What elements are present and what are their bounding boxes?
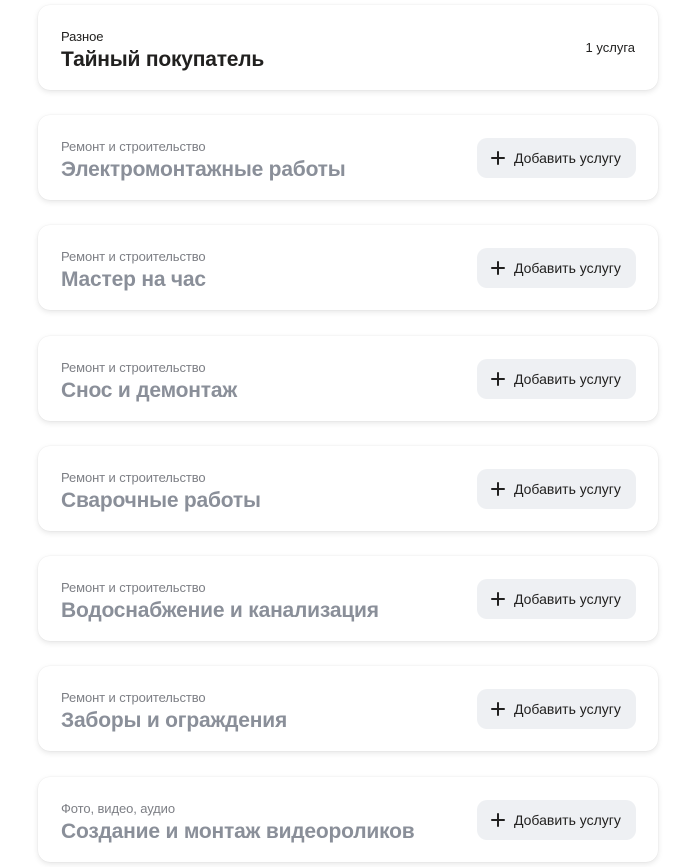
service-title: Снос и демонтаж	[61, 379, 238, 402]
add-service-label: Добавить услугу	[514, 481, 621, 497]
plus-icon	[491, 482, 505, 496]
service-title: Тайный покупатель	[61, 48, 265, 71]
service-card-demolition: Ремонт и строительство Снос и демонтаж Д…	[38, 336, 658, 421]
add-service-button[interactable]: Добавить услугу	[477, 248, 636, 288]
service-category: Ремонт и строительство	[61, 470, 206, 485]
service-card-mystery-shopper[interactable]: Разное Тайный покупатель 1 услуга	[38, 5, 658, 90]
service-category: Ремонт и строительство	[61, 139, 206, 154]
plus-icon	[491, 261, 505, 275]
add-service-button[interactable]: Добавить услугу	[477, 689, 636, 729]
add-service-label: Добавить услугу	[514, 150, 621, 166]
add-service-label: Добавить услугу	[514, 371, 621, 387]
service-category: Фото, видео, аудио	[61, 801, 175, 816]
service-title: Заборы и ограждения	[61, 709, 288, 732]
service-category: Ремонт и строительство	[61, 690, 206, 705]
add-service-button[interactable]: Добавить услугу	[477, 138, 636, 178]
plus-icon	[491, 372, 505, 386]
service-title: Создание и монтаж видеороликов	[61, 820, 415, 843]
add-service-label: Добавить услугу	[514, 260, 621, 276]
service-card-plumbing: Ремонт и строительство Водоснабжение и к…	[38, 556, 658, 641]
add-service-label: Добавить услугу	[514, 701, 621, 717]
service-card-video-editing: Фото, видео, аудио Создание и монтаж вид…	[38, 777, 658, 862]
service-title: Сварочные работы	[61, 489, 261, 512]
service-category: Ремонт и строительство	[61, 580, 206, 595]
service-title: Мастер на час	[61, 268, 206, 291]
service-category: Ремонт и строительство	[61, 360, 206, 375]
service-title: Электромонтажные работы	[61, 158, 346, 181]
service-count: 1 услуга	[585, 40, 635, 55]
service-category: Разное	[61, 29, 104, 44]
service-title: Водоснабжение и канализация	[61, 599, 379, 622]
service-category: Ремонт и строительство	[61, 249, 206, 264]
services-list: Разное Тайный покупатель 1 услуга Ремонт…	[0, 0, 691, 867]
add-service-label: Добавить услугу	[514, 591, 621, 607]
plus-icon	[491, 592, 505, 606]
service-card-handyman: Ремонт и строительство Мастер на час Доб…	[38, 225, 658, 310]
service-card-welding: Ремонт и строительство Сварочные работы …	[38, 446, 658, 531]
add-service-label: Добавить услугу	[514, 812, 621, 828]
plus-icon	[491, 813, 505, 827]
plus-icon	[491, 151, 505, 165]
add-service-button[interactable]: Добавить услугу	[477, 579, 636, 619]
service-card-electrical: Ремонт и строительство Электромонтажные …	[38, 115, 658, 200]
add-service-button[interactable]: Добавить услугу	[477, 800, 636, 840]
plus-icon	[491, 702, 505, 716]
add-service-button[interactable]: Добавить услугу	[477, 469, 636, 509]
add-service-button[interactable]: Добавить услугу	[477, 359, 636, 399]
service-card-fences: Ремонт и строительство Заборы и огражден…	[38, 666, 658, 751]
